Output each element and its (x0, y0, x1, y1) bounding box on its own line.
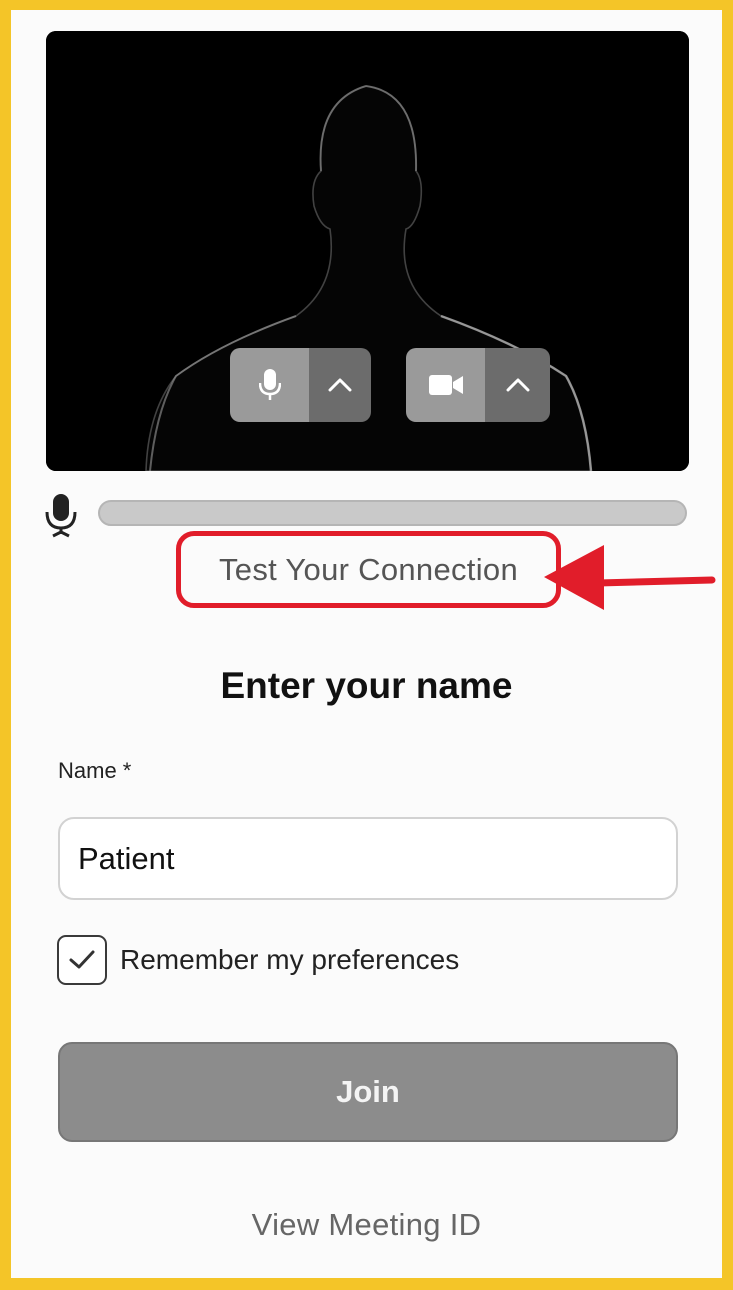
remember-checkbox[interactable] (57, 935, 107, 985)
mic-options-button[interactable] (309, 348, 371, 422)
remember-preferences[interactable]: Remember my preferences (57, 935, 459, 985)
chevron-up-icon (328, 378, 352, 392)
remember-label: Remember my preferences (120, 944, 460, 975)
camera-options-button[interactable] (485, 348, 550, 422)
microphone-icon (45, 494, 77, 538)
video-camera-icon (428, 375, 463, 395)
annotation-arrow-icon (544, 545, 716, 610)
checkmark-icon (69, 950, 95, 969)
chevron-up-icon (506, 378, 529, 392)
mic-control-group (230, 348, 371, 422)
test-connection-link[interactable]: Test Your Connection (176, 531, 561, 608)
camera-toggle-button[interactable] (406, 348, 485, 422)
view-meeting-id-link[interactable]: View Meeting ID (11, 1207, 722, 1243)
form-heading: Enter your name (220, 665, 513, 706)
camera-control-group (406, 348, 550, 422)
mic-toggle-button[interactable] (230, 348, 309, 422)
microphone-icon (258, 369, 281, 400)
join-button[interactable]: Join (58, 1042, 678, 1142)
audio-level-meter (98, 500, 687, 526)
app-frame: Test Your Connection Enter your name Nam… (11, 10, 722, 1278)
name-input[interactable] (58, 817, 678, 900)
video-preview (46, 31, 689, 471)
name-field-label: Name * (58, 758, 132, 783)
